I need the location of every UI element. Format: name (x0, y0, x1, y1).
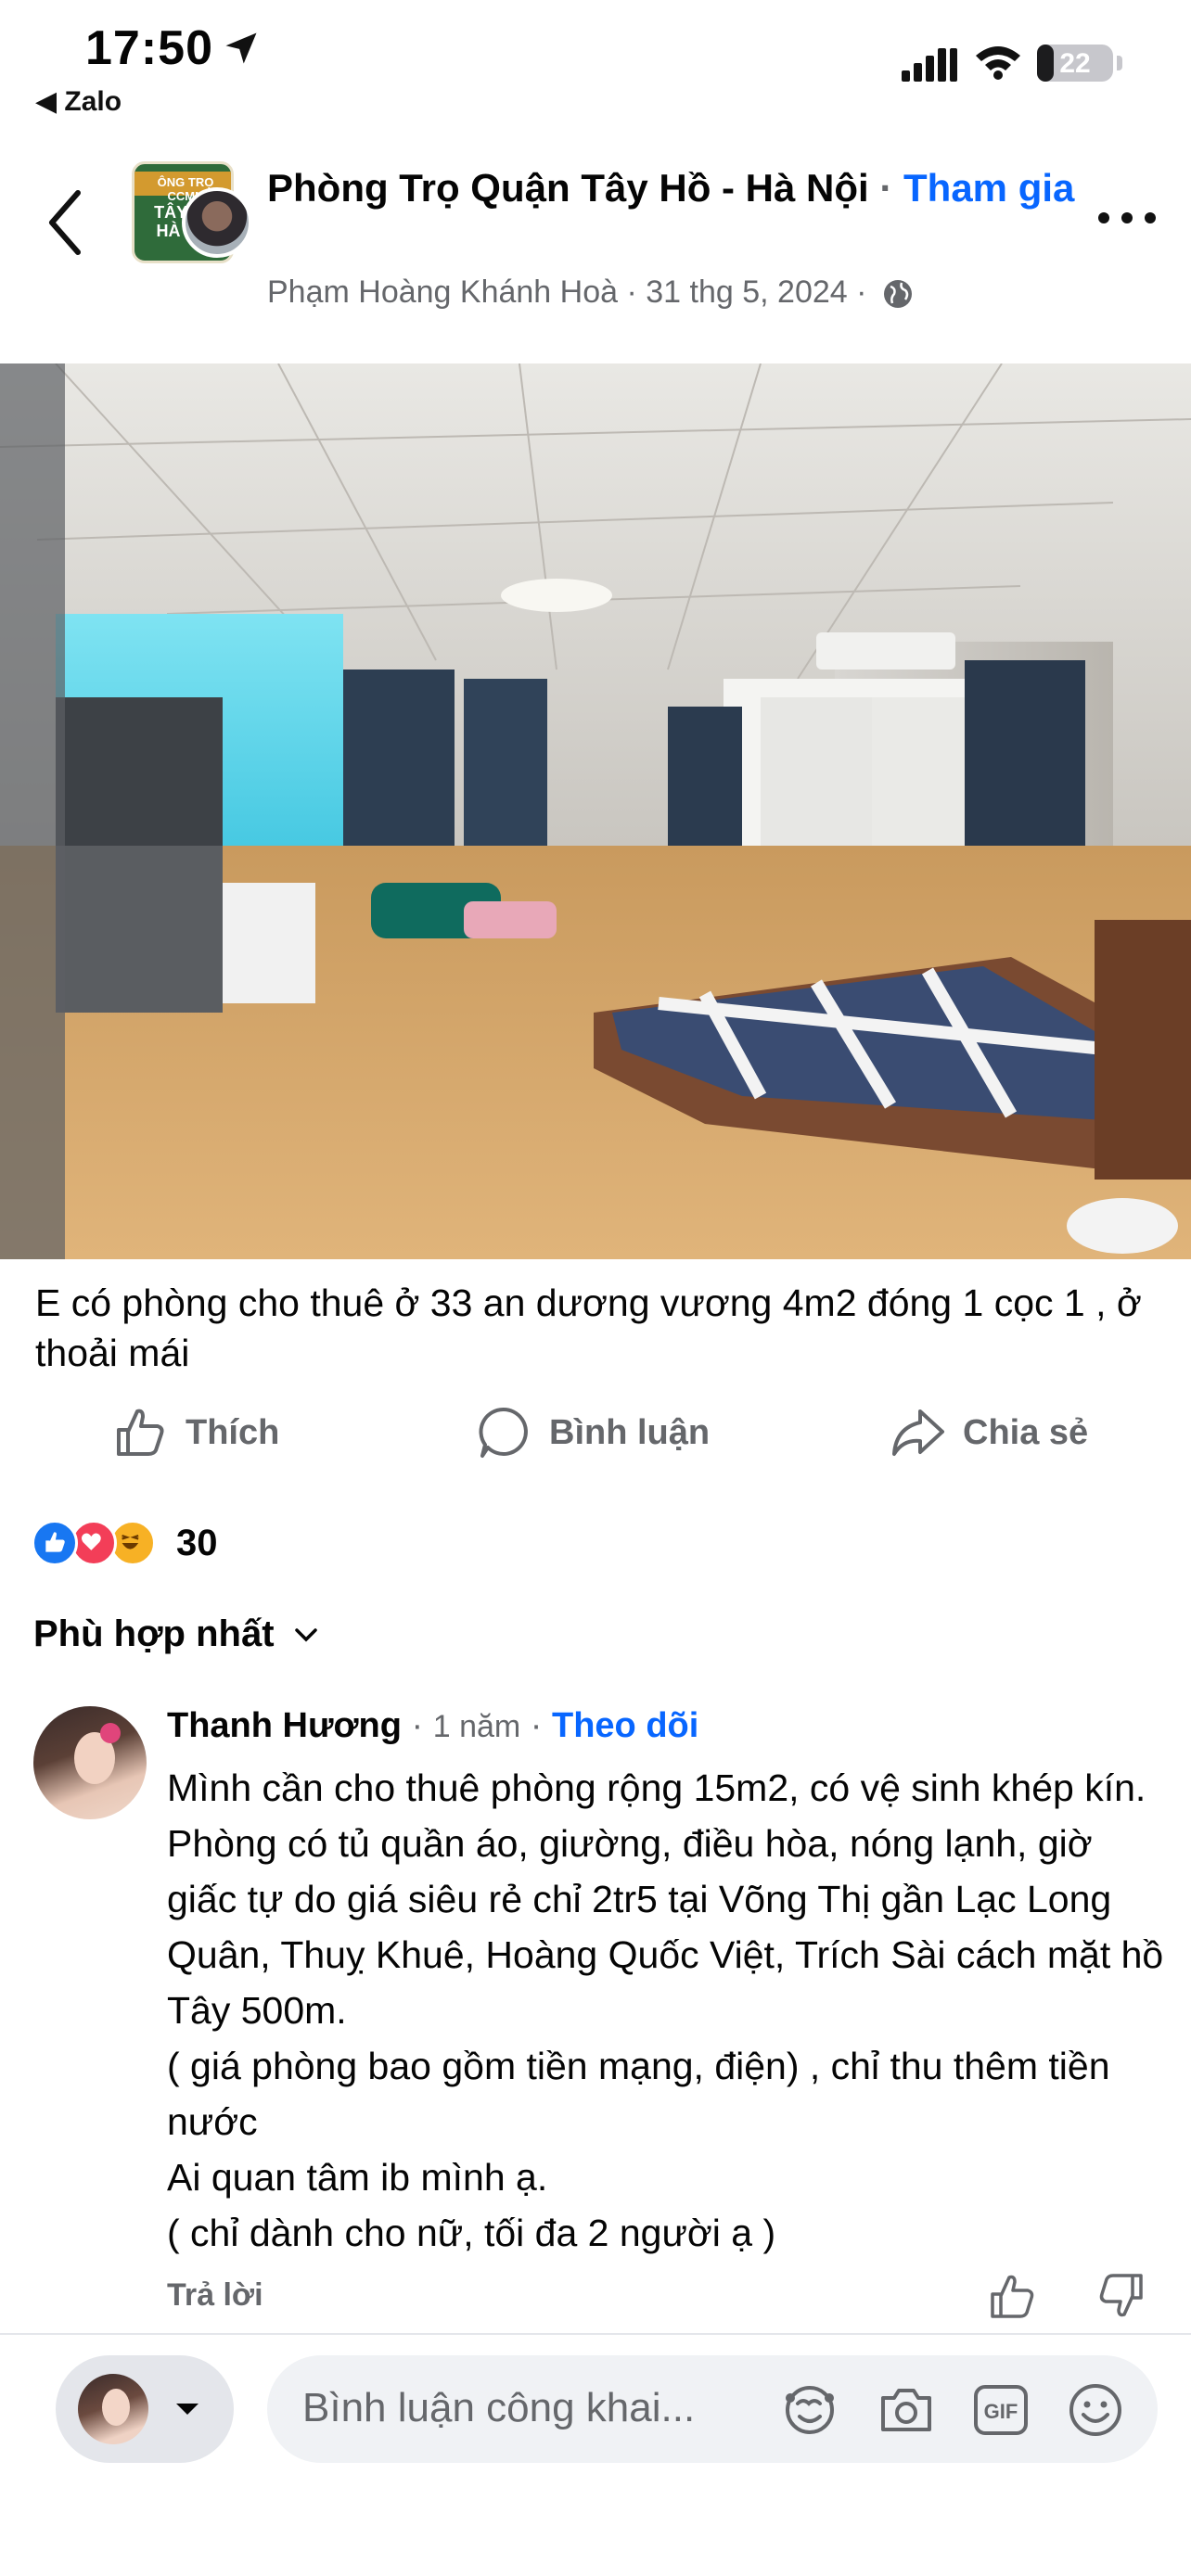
commenter-name[interactable]: Thanh Hương (167, 1706, 402, 1745)
status-bar: 17:50 ◀ Zalo 22 (0, 0, 1191, 130)
status-time: 17:50 (85, 21, 213, 75)
camera-icon[interactable] (876, 2379, 937, 2441)
commenter-avatar-flower (100, 1723, 121, 1743)
comment-body: Mình cần cho thuê phòng rộng 15m2, có vệ… (167, 1766, 1164, 2254)
sort-label: Phù hợp nhất (33, 1613, 275, 1654)
like-button[interactable]: Thích (111, 1398, 279, 1467)
group-name-link[interactable]: Phòng Trọ Quận Tây Hồ - Hà Nội (267, 166, 869, 210)
more-options-icon[interactable] (1095, 204, 1159, 232)
post-photo[interactable] (0, 363, 1191, 1259)
thumbs-up-icon (117, 1409, 164, 1456)
comment-separator: · (401, 1706, 433, 1745)
share-arrow-icon (892, 1409, 944, 1456)
emoji-icon[interactable] (1065, 2379, 1126, 2441)
caret-down-icon (176, 2404, 198, 2415)
title-separator: · (868, 166, 904, 210)
reaction-count: 30 (176, 1522, 218, 1563)
meta-separator: · (618, 274, 647, 310)
share-label: Chia sẻ (963, 1412, 1089, 1452)
post-meta: Phạm Hoàng Khánh Hoà · 31 thg 5, 2024 · (267, 274, 915, 311)
wifi-icon (976, 46, 1020, 80)
comment-time: 1 năm (432, 1709, 521, 1744)
like-reaction-icon (32, 1520, 78, 1566)
cellular-signal-icon (902, 48, 957, 82)
comment-label: Bình luận (549, 1412, 711, 1452)
follow-link[interactable]: Theo dõi (552, 1706, 698, 1745)
battery-tip (1117, 56, 1122, 70)
avatar-sticker-icon[interactable] (779, 2379, 840, 2441)
reactions-summary[interactable]: 30 (32, 1517, 218, 1569)
comment-input-placeholder: Bình luận công khai... (302, 2385, 696, 2430)
join-group-link[interactable]: Tham gia (903, 166, 1074, 210)
author-name-link[interactable]: Phạm Hoàng Khánh Hoà (267, 274, 618, 310)
battery-indicator: 22 (1037, 45, 1113, 82)
like-label: Thích (186, 1412, 280, 1452)
post-actions-bar: Thích Bình luận Chia sẻ (0, 1398, 1191, 1467)
comment-dislike-icon[interactable] (1095, 2270, 1146, 2322)
my-avatar (78, 2374, 148, 2444)
my-avatar-face (102, 2389, 130, 2426)
room-photo-illustration (0, 363, 1191, 1259)
meta-separator-2: · (847, 274, 876, 310)
gif-icon[interactable]: GIF (970, 2379, 1031, 2441)
globe-icon (883, 280, 912, 309)
comment-separator-2: · (520, 1706, 552, 1745)
chevron-down-icon (294, 1627, 317, 1641)
post-text: E có phòng cho thuê ở 33 an dương vương … (35, 1282, 1142, 1374)
reply-button[interactable]: Trả lời (167, 2277, 263, 2314)
battery-level: 22 (1059, 48, 1091, 79)
location-arrow-icon (225, 32, 257, 64)
back-arrow-icon[interactable] (41, 185, 93, 260)
commenter-avatar[interactable] (33, 1706, 147, 1819)
back-to-app-link[interactable]: ◀ Zalo (35, 85, 122, 118)
group-title: Phòng Trọ Quận Tây Hồ - Hà Nội · Tham gi… (267, 158, 1083, 219)
post-date[interactable]: 31 thg 5, 2024 (646, 274, 847, 310)
share-button[interactable]: Chia sẻ (889, 1398, 1088, 1467)
comment-header: Thanh Hương · 1 năm · Theo dõi (167, 1706, 698, 1746)
author-avatar[interactable] (182, 187, 252, 258)
comment-like-icon[interactable] (987, 2270, 1039, 2322)
comment-bubble-icon (479, 1407, 528, 1458)
comment-sort-dropdown[interactable]: Phù hợp nhất (33, 1613, 323, 1655)
comment-button[interactable]: Bình luận (475, 1398, 710, 1467)
post-header: ÔNG TRỌ CCMN TÂY HỒ HÀ NỘI Phòng Trọ Quậ… (0, 139, 1191, 334)
gif-icon-label: GIF (984, 2400, 1018, 2423)
